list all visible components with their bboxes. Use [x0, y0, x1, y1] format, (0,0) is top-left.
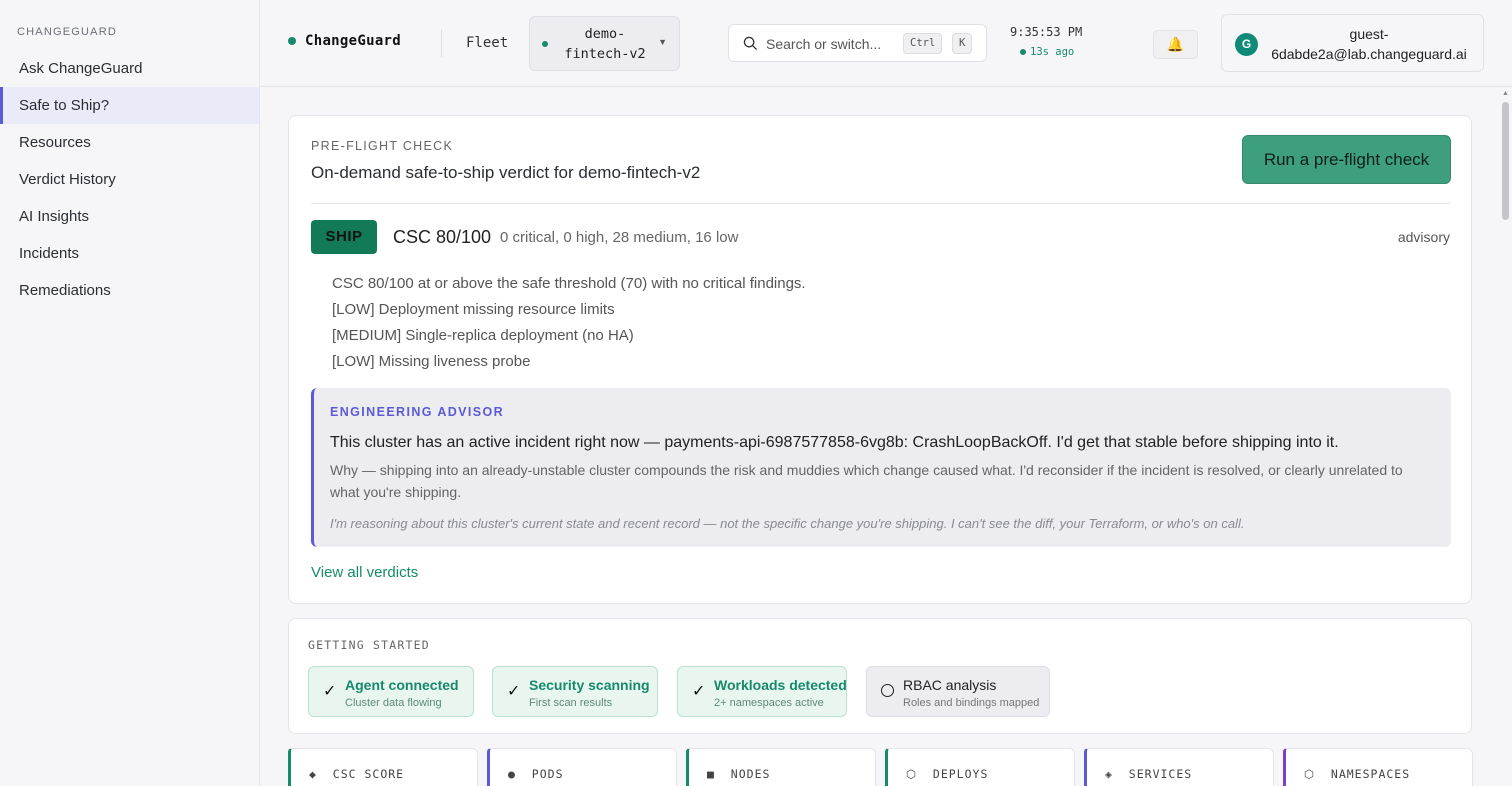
- sidebar-item-resources[interactable]: Resources: [0, 124, 259, 161]
- search-icon: [743, 36, 758, 51]
- step-desc: First scan results: [529, 697, 613, 709]
- scroll-up-icon[interactable]: ▲: [1502, 90, 1509, 97]
- finding-item: [LOW] Missing liveness probe: [332, 353, 531, 370]
- step-workloads-detected[interactable]: ✓ Workloads detected 2+ namespaces activ…: [677, 666, 847, 717]
- step-desc: 2+ namespaces active: [714, 697, 824, 709]
- preflight-divider: [311, 203, 1451, 204]
- sidebar-nav: Ask ChangeGuard Safe to Ship? Resources …: [0, 50, 259, 309]
- metric-card-services[interactable]: ◈ SERVICES: [1084, 748, 1274, 786]
- advisor-disclaimer: I'm reasoning about this cluster's curre…: [330, 516, 1245, 531]
- user-email: guest- 6dabde2a@lab.changeguard.ai: [1271, 26, 1467, 62]
- hexagon-icon: ⬡: [906, 767, 918, 781]
- last-updated: 13s ago: [1020, 46, 1074, 58]
- square-icon: ■: [707, 767, 715, 781]
- shortcut-ctrl-key: Ctrl: [903, 33, 943, 54]
- verdict-badge: SHIP: [311, 220, 377, 254]
- metric-card-csc-score[interactable]: ◆ CSC SCORE: [288, 748, 478, 786]
- step-rbac-analysis[interactable]: RBAC analysis Roles and bindings mapped: [866, 666, 1050, 717]
- sidebar-item-incidents[interactable]: Incidents: [0, 235, 259, 272]
- status-dot-icon: [288, 37, 296, 45]
- check-icon: ✓: [692, 683, 706, 700]
- sidebar-brand: CHANGEGUARD: [17, 26, 117, 38]
- preflight-subtitle: On-demand safe-to-ship verdict for demo-…: [311, 163, 701, 182]
- live-dot-icon: [1020, 49, 1026, 55]
- step-desc: Roles and bindings mapped: [903, 697, 1040, 709]
- step-agent-connected[interactable]: ✓ Agent connected Cluster data flowing: [308, 666, 474, 717]
- view-all-verdicts-link[interactable]: View all verdicts: [311, 564, 418, 581]
- scrollbar-thumb[interactable]: [1502, 102, 1509, 220]
- main-scrollbar[interactable]: ▲: [1500, 88, 1512, 786]
- diamond-icon: ◆: [309, 767, 317, 781]
- header-divider: [441, 29, 442, 57]
- search-placeholder: Search or switch...: [766, 36, 882, 52]
- metric-label: ■ NODES: [707, 767, 771, 781]
- circle-icon: [881, 684, 894, 697]
- advisor-eyebrow: ENGINEERING ADVISOR: [330, 405, 505, 419]
- top-bar: ChangeGuard Fleet demo-fintech-v2 ▼ Sear…: [260, 0, 1512, 87]
- advisor-headline: This cluster has an active incident righ…: [330, 434, 1339, 451]
- sidebar: CHANGEGUARD Ask ChangeGuard Safe to Ship…: [0, 0, 260, 786]
- sidebar-item-ai-insights[interactable]: AI Insights: [0, 198, 259, 235]
- app-name: ChangeGuard: [305, 33, 402, 49]
- dot-icon: ●: [508, 767, 516, 781]
- finding-item: CSC 80/100 at or above the safe threshol…: [332, 275, 806, 292]
- finding-item: [MEDIUM] Single-replica deployment (no H…: [332, 327, 634, 344]
- severity-counts: 0 critical, 0 high, 28 medium, 16 low: [500, 229, 739, 246]
- metric-label: ◈ SERVICES: [1105, 767, 1193, 781]
- sidebar-item-ask-changeguard[interactable]: Ask ChangeGuard: [0, 50, 259, 87]
- step-desc: Cluster data flowing: [345, 697, 442, 709]
- metric-label: ◆ CSC SCORE: [309, 767, 405, 781]
- finding-item: [LOW] Deployment missing resource limits: [332, 301, 615, 318]
- fleet-link[interactable]: Fleet: [466, 35, 508, 51]
- clock: 9:35:53 PM: [1010, 25, 1083, 39]
- metric-card-nodes[interactable]: ■ NODES: [686, 748, 876, 786]
- check-icon: ✓: [507, 683, 521, 700]
- sidebar-item-remediations[interactable]: Remediations: [0, 272, 259, 309]
- verdict-mode: advisory: [1397, 229, 1450, 245]
- avatar: G: [1235, 33, 1258, 56]
- step-title: Workloads detected: [714, 677, 847, 693]
- engineering-advisor-panel: ENGINEERING ADVISOR This cluster has an …: [311, 388, 1451, 547]
- preflight-card: PRE-FLIGHT CHECK On-demand safe-to-ship …: [288, 115, 1472, 604]
- step-title: Agent connected: [345, 677, 459, 693]
- metric-card-pods[interactable]: ● PODS: [487, 748, 677, 786]
- getting-started-card: GETTING STARTED ✓ Agent connected Cluste…: [288, 618, 1472, 734]
- sidebar-item-safe-to-ship[interactable]: Safe to Ship?: [0, 87, 259, 124]
- metric-label: ● PODS: [508, 767, 564, 781]
- step-title: Security scanning: [529, 677, 650, 693]
- cluster-name: demo-fintech-v2: [564, 26, 646, 62]
- csc-score: CSC 80/100: [393, 227, 492, 247]
- preflight-eyebrow: PRE-FLIGHT CHECK: [311, 139, 454, 153]
- step-security-scanning[interactable]: ✓ Security scanning First scan results: [492, 666, 658, 717]
- check-icon: ✓: [323, 683, 337, 700]
- getting-started-eyebrow: GETTING STARTED: [308, 638, 430, 652]
- metric-card-deploys[interactable]: ⬡ DEPLOYS: [885, 748, 1075, 786]
- sidebar-item-verdict-history[interactable]: Verdict History: [0, 161, 259, 198]
- cluster-selector[interactable]: demo-fintech-v2 ▼: [529, 16, 680, 71]
- user-menu[interactable]: G guest- 6dabde2a@lab.changeguard.ai: [1221, 14, 1484, 72]
- metric-label: ⬡ NAMESPACES: [1304, 767, 1411, 781]
- bell-icon[interactable]: 🔔: [1153, 30, 1198, 59]
- metric-card-namespaces[interactable]: ⬡ NAMESPACES: [1283, 748, 1473, 786]
- advisor-why: Why — shipping into an already-unstable …: [330, 462, 1403, 500]
- last-updated-text: 13s ago: [1030, 46, 1075, 58]
- app-logo[interactable]: ChangeGuard: [288, 33, 401, 49]
- metric-label: ⬡ DEPLOYS: [906, 767, 989, 781]
- chevron-down-icon: ▼: [658, 37, 667, 47]
- cluster-status-dot-icon: [542, 41, 548, 47]
- diamond-dot-icon: ◈: [1105, 767, 1113, 781]
- hexagon-icon: ⬡: [1304, 767, 1316, 781]
- step-title: RBAC analysis: [903, 677, 997, 693]
- search-input[interactable]: Search or switch... Ctrl K: [728, 24, 987, 62]
- findings-list: CSC 80/100 at or above the safe threshol…: [332, 271, 806, 375]
- run-preflight-button[interactable]: Run a pre-flight check: [1242, 135, 1451, 184]
- shortcut-k-key: K: [952, 33, 973, 54]
